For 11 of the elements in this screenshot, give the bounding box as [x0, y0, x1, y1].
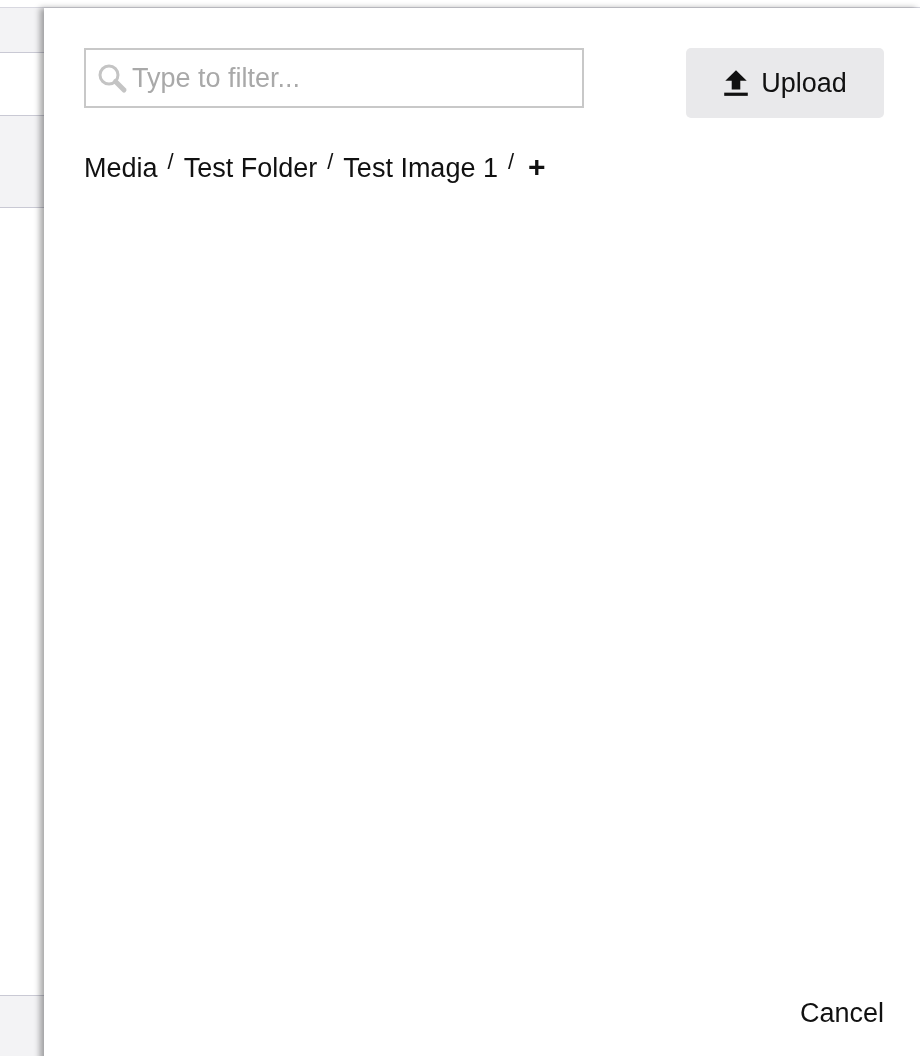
- breadcrumb-link[interactable]: Test Folder: [183, 153, 318, 184]
- filter-field[interactable]: Type to filter...: [84, 48, 584, 108]
- breadcrumb-separator: /: [327, 149, 334, 175]
- add-folder-button[interactable]: +: [524, 150, 550, 184]
- breadcrumb-link[interactable]: Media: [84, 153, 158, 184]
- breadcrumb-separator: /: [167, 149, 174, 175]
- breadcrumb-link[interactable]: Test Image 1: [343, 153, 498, 184]
- breadcrumb-separator: /: [507, 149, 515, 175]
- upload-icon: [723, 68, 750, 98]
- cancel-button[interactable]: Cancel: [799, 994, 884, 1033]
- upload-button[interactable]: Upload: [686, 48, 884, 118]
